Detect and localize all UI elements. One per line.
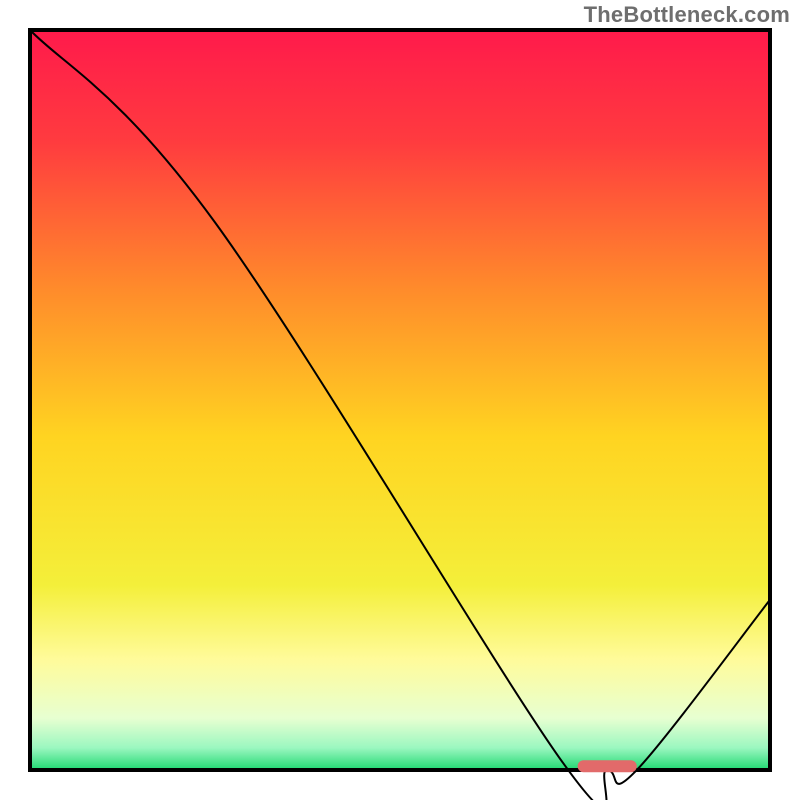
bottleneck-chart [0,0,800,800]
plot-background [30,30,770,770]
optimal-range-marker [578,760,637,772]
chart-container: TheBottleneck.com [0,0,800,800]
